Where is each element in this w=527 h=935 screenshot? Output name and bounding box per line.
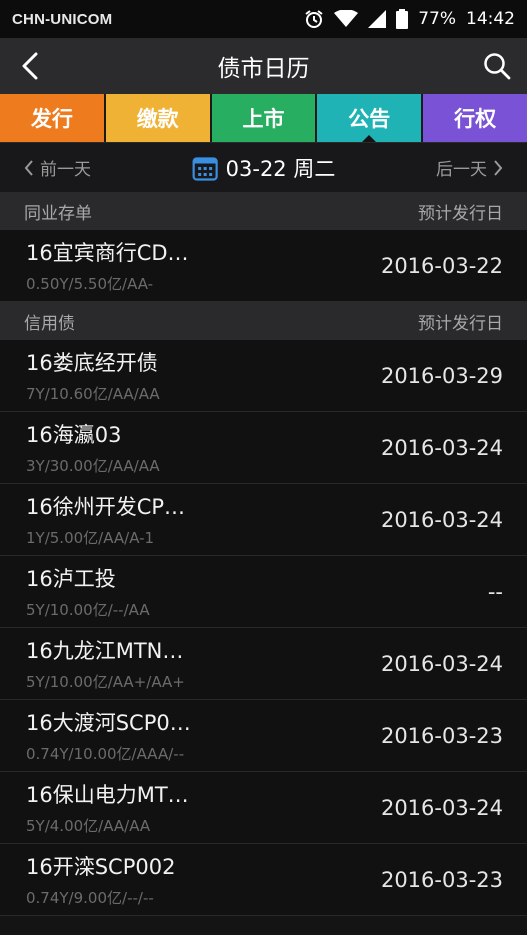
- bond-info: 16开滦SCP002 0.74Y/9.00亿/--/--: [26, 851, 381, 908]
- bond-list: 同业存单 预计发行日 16宜宾商行CD… 0.50Y/5.50亿/AA- 2016-03…: [0, 192, 527, 916]
- alarm-icon: [304, 9, 324, 29]
- bond-meta: 5Y/10.00亿/AA+/AA+: [26, 673, 185, 691]
- current-date-picker[interactable]: 03-22 周二: [192, 153, 336, 183]
- search-icon: [484, 53, 511, 80]
- list-item[interactable]: 16开滦SCP002 0.74Y/9.00亿/--/-- 2016-03-23: [0, 844, 527, 916]
- bond-info: 16徐州开发CP… 1Y/5.00亿/AA/A-1: [26, 491, 381, 548]
- status-bar: CHN-UNICOM 77% 14:42: [0, 0, 527, 38]
- chevron-left-icon: [22, 52, 38, 80]
- section-header: 信用债 预计发行日: [0, 302, 527, 340]
- clock: 14:42: [466, 9, 515, 29]
- bond-name: 16九龙江MTN…: [26, 639, 184, 663]
- list-item[interactable]: 16大渡河SCP0… 0.74Y/10.00亿/AAA/-- 2016-03-23: [0, 700, 527, 772]
- section-column-label: 预计发行日: [418, 313, 503, 334]
- bond-info: 16海瀛03 3Y/30.00亿/AA/AA: [26, 419, 381, 476]
- date-navigation: 前一天 03-22 周二 后一天: [0, 142, 527, 192]
- bond-meta: 0.74Y/10.00亿/AAA/--: [26, 745, 185, 763]
- bond-meta: 1Y/5.00亿/AA/A-1: [26, 529, 155, 547]
- carrier-name: CHN-UNICOM: [12, 10, 113, 28]
- bond-name: 16徐州开发CP…: [26, 495, 186, 519]
- next-day-button[interactable]: 后一天: [436, 155, 503, 180]
- search-button[interactable]: [467, 38, 527, 94]
- issue-date: 2016-03-29: [380, 363, 503, 388]
- wifi-icon: [334, 10, 359, 28]
- current-date: 03-22 周二: [225, 156, 336, 181]
- section-title: 信用债: [24, 313, 75, 334]
- issue-date: 2016-03-23: [380, 867, 503, 892]
- tab-1[interactable]: 缴款: [105, 94, 212, 142]
- issue-date: 2016-03-24: [380, 651, 503, 676]
- tab-3[interactable]: 公告: [317, 94, 424, 142]
- section-column-label: 预计发行日: [418, 203, 503, 224]
- bond-meta: 3Y/30.00亿/AA/AA: [26, 457, 160, 475]
- issue-date: 2016-03-22: [380, 253, 503, 278]
- bond-name: 16大渡河SCP0…: [26, 711, 191, 735]
- bond-name: 16海瀛03: [26, 423, 122, 447]
- issue-date: --: [487, 579, 503, 604]
- bond-meta: 0.50Y/5.50亿/AA-: [26, 275, 154, 293]
- bond-info: 16娄底经开债 7Y/10.60亿/AA/AA: [26, 347, 381, 404]
- signal-icon: [368, 10, 387, 28]
- list-item[interactable]: 16海瀛03 3Y/30.00亿/AA/AA 2016-03-24: [0, 412, 527, 484]
- issue-date: 2016-03-23: [380, 723, 503, 748]
- bond-meta: 0.74Y/9.00亿/--/--: [26, 889, 154, 907]
- page-title: 债市日历: [217, 56, 310, 82]
- bond-name: 16娄底经开债: [26, 351, 158, 375]
- bond-meta: 5Y/10.00亿/--/AA: [26, 601, 150, 619]
- bond-meta: 7Y/10.60亿/AA/AA: [26, 385, 160, 403]
- chevron-right-icon: [494, 159, 503, 176]
- bond-info: 16九龙江MTN… 5Y/10.00亿/AA+/AA+: [26, 635, 381, 692]
- list-item[interactable]: 16宜宾商行CD… 0.50Y/5.50亿/AA- 2016-03-22: [0, 230, 527, 302]
- battery-percent: 77%: [418, 9, 456, 29]
- category-tabs: 发行 缴款 上市 公告 行权: [0, 94, 527, 142]
- tab-0[interactable]: 发行: [0, 94, 106, 142]
- section-header: 同业存单 预计发行日: [0, 192, 527, 230]
- prev-day-button[interactable]: 前一天: [24, 155, 91, 180]
- bond-name: 16保山电力MT…: [26, 783, 189, 807]
- list-item[interactable]: 16泸工投 5Y/10.00亿/--/AA --: [0, 556, 527, 628]
- back-button[interactable]: [0, 38, 60, 94]
- bond-info: 16宜宾商行CD… 0.50Y/5.50亿/AA-: [26, 237, 381, 294]
- tab-4[interactable]: 行权: [423, 94, 527, 142]
- bond-name: 16泸工投: [26, 567, 116, 591]
- bond-name: 16开滦SCP002: [26, 855, 176, 879]
- list-item[interactable]: 16徐州开发CP… 1Y/5.00亿/AA/A-1 2016-03-24: [0, 484, 527, 556]
- list-item[interactable]: 16娄底经开债 7Y/10.60亿/AA/AA 2016-03-29: [0, 340, 527, 412]
- bond-info: 16泸工投 5Y/10.00亿/--/AA: [26, 563, 488, 620]
- tab-2[interactable]: 上市: [211, 94, 318, 142]
- battery-icon: [396, 9, 409, 29]
- list-item[interactable]: 16九龙江MTN… 5Y/10.00亿/AA+/AA+ 2016-03-24: [0, 628, 527, 700]
- section-title: 同业存单: [24, 203, 92, 224]
- calendar-icon: [192, 156, 218, 181]
- bond-meta: 5Y/4.00亿/AA/AA: [26, 817, 151, 835]
- issue-date: 2016-03-24: [380, 795, 503, 820]
- bond-info: 16大渡河SCP0… 0.74Y/10.00亿/AAA/--: [26, 707, 381, 764]
- issue-date: 2016-03-24: [380, 435, 503, 460]
- issue-date: 2016-03-24: [380, 507, 503, 532]
- app-header: 债市日历: [0, 38, 527, 94]
- status-icons: 77% 14:42: [304, 9, 515, 29]
- prev-day-label: 前一天: [40, 160, 91, 180]
- chevron-left-icon: [24, 159, 33, 176]
- bond-name: 16宜宾商行CD…: [26, 241, 189, 265]
- bond-info: 16保山电力MT… 5Y/4.00亿/AA/AA: [26, 779, 381, 836]
- list-item[interactable]: 16保山电力MT… 5Y/4.00亿/AA/AA 2016-03-24: [0, 772, 527, 844]
- next-day-label: 后一天: [436, 160, 487, 180]
